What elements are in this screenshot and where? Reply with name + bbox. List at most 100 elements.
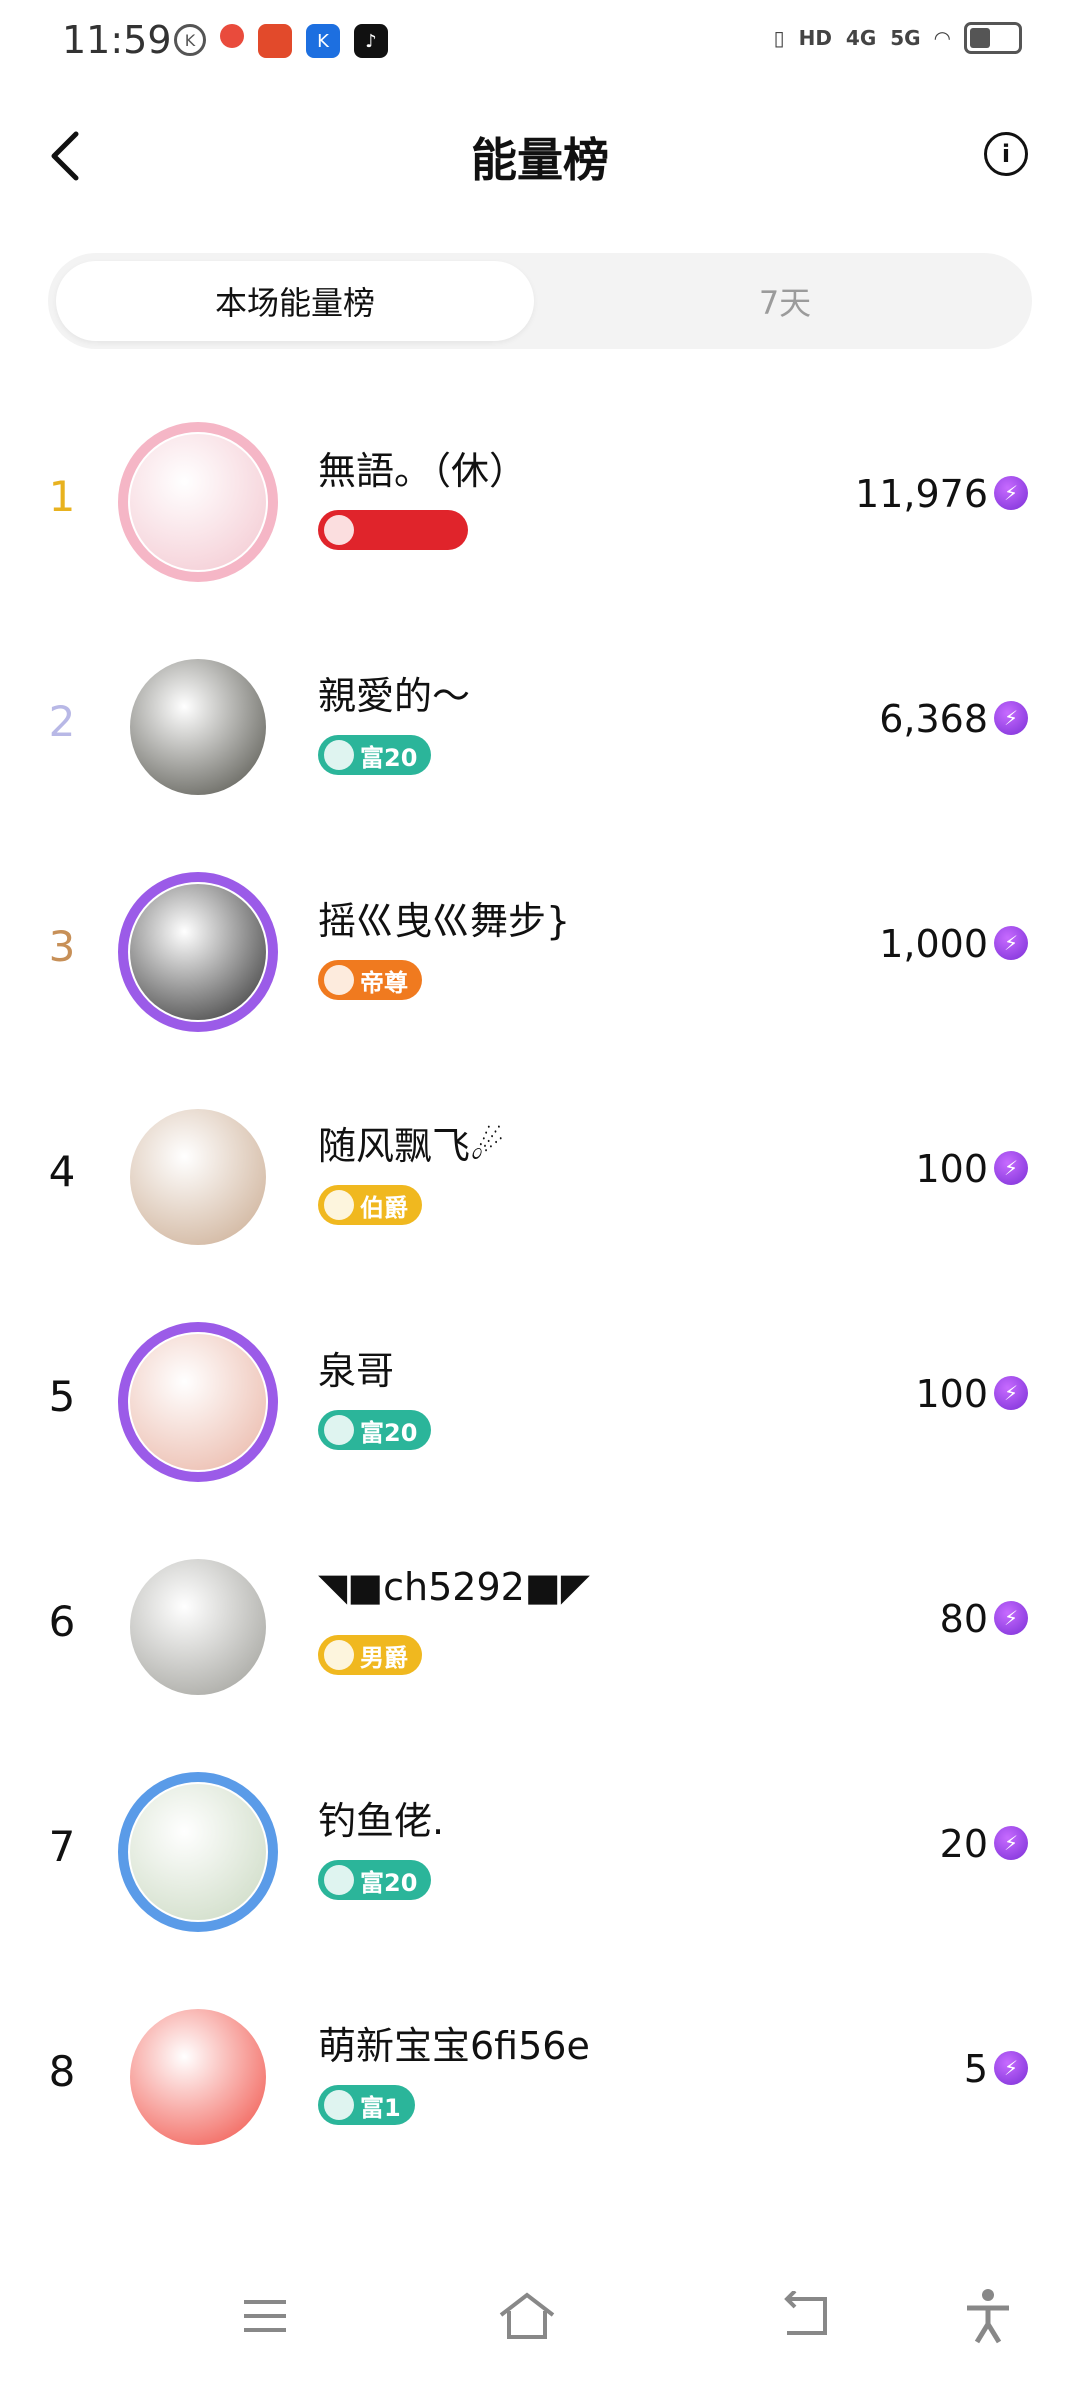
level-badge <box>318 510 468 550</box>
tab-7-days[interactable]: 7天 <box>546 261 1024 341</box>
badge-icon <box>324 965 354 995</box>
status-bar: 11:59 K K ♪ ▯ HD 4G 5G ◠ <box>0 0 1080 90</box>
ranking-row[interactable]: 4 随风飘飞☄ 伯爵 100 ⚡ <box>0 1055 1080 1280</box>
badge-icon <box>324 740 354 770</box>
energy-score: 5 <box>963 2047 988 2091</box>
avatar <box>130 659 266 795</box>
menu-button[interactable] <box>235 2286 295 2346</box>
user-name: 萌新宝宝6fi56e <box>318 2024 590 2068</box>
energy-bolt-icon: ⚡ <box>994 1151 1028 1185</box>
status-time: 11:59 <box>62 18 172 62</box>
user-name: 摇巛曳巛舞步} <box>318 899 571 943</box>
rank-number: 1 <box>48 472 76 521</box>
user-name: 泉哥 <box>318 1349 395 1393</box>
level-badge: 富20 <box>318 1410 432 1450</box>
rank-number: 6 <box>48 1597 76 1646</box>
level-badge: 男爵 <box>318 1635 422 1675</box>
info-icon: i <box>1001 140 1011 168</box>
ranking-row[interactable]: 2 親愛的～ 富20 6,368 ⚡ <box>0 605 1080 830</box>
avatar-container[interactable] <box>118 872 278 1032</box>
rank-number: 3 <box>48 922 76 971</box>
tab-current-session[interactable]: 本场能量榜 <box>56 261 534 341</box>
ranking-row[interactable]: 3 摇巛曳巛舞步} 帝尊 1,000 ⚡ <box>0 830 1080 1055</box>
info-button[interactable]: i <box>984 132 1028 176</box>
vibrate-icon: ▯ <box>773 26 785 50</box>
level-badge: 帝尊 <box>318 960 422 1000</box>
badge-label: 帝尊 <box>360 968 408 997</box>
tab-bar: 本场能量榜 7天 <box>48 253 1032 349</box>
user-name: 無語。（休） <box>318 449 528 493</box>
avatar-container[interactable] <box>118 1097 278 1257</box>
tiktok-icon: ♪ <box>354 24 388 58</box>
badge-label: 富20 <box>360 743 418 772</box>
avatar-container[interactable] <box>118 647 278 807</box>
rank-number: 7 <box>48 1822 76 1871</box>
energy-bolt-icon: ⚡ <box>994 926 1028 960</box>
badge-icon <box>324 1415 354 1445</box>
ranking-row[interactable]: 1 無語。（休） 11,976 ⚡ <box>0 380 1080 605</box>
badge-label: 富20 <box>360 1418 418 1447</box>
rank-number: 8 <box>48 2047 76 2096</box>
energy-bolt-icon: ⚡ <box>994 1826 1028 1860</box>
badge-icon <box>324 1190 354 1220</box>
energy-score: 20 <box>939 1822 988 1866</box>
home-icon <box>499 2292 555 2339</box>
user-name: 钓鱼佬. <box>318 1799 445 1843</box>
ranking-row[interactable]: 7 钓鱼佬. 富20 20 ⚡ <box>0 1730 1080 1955</box>
ranking-row[interactable]: 8 萌新宝宝6fi56e 富1 5 ⚡ <box>0 1955 1080 2180</box>
system-nav-bar <box>0 2240 1080 2408</box>
level-badge: 富20 <box>318 1860 432 1900</box>
energy-bolt-icon: ⚡ <box>994 2051 1028 2085</box>
k-blue-icon: K <box>306 24 340 58</box>
battery-icon <box>964 22 1022 54</box>
energy-score: 1,000 <box>879 922 988 966</box>
avatar-container[interactable] <box>118 422 278 582</box>
accessibility-button[interactable] <box>958 2286 1018 2346</box>
user-name: 随风飘飞☄ <box>318 1124 505 1168</box>
menu-icon <box>244 2300 286 2332</box>
ranking-row[interactable]: 5 泉哥 富20 100 ⚡ <box>0 1280 1080 1505</box>
level-badge: 伯爵 <box>318 1185 422 1225</box>
rank-number: 2 <box>48 697 76 746</box>
energy-score: 11,976 <box>855 472 988 516</box>
home-button[interactable] <box>497 2286 557 2346</box>
badge-label: 伯爵 <box>360 1193 408 1222</box>
system-indicators: ▯ HD 4G 5G ◠ <box>774 22 1022 54</box>
badge-icon <box>324 515 354 545</box>
badge-icon <box>324 1865 354 1895</box>
badge-icon <box>324 1640 354 1670</box>
ranking-row[interactable]: 6 ◥■ch5292■◤ 男爵 80 ⚡ <box>0 1505 1080 1730</box>
user-name: 親愛的～ <box>318 674 471 718</box>
energy-bolt-icon: ⚡ <box>994 1376 1028 1410</box>
user-name: ◥■ch5292■◤ <box>318 1565 590 1609</box>
energy-bolt-icon: ⚡ <box>994 1601 1028 1635</box>
energy-score: 80 <box>939 1597 988 1641</box>
avatar-frame <box>118 422 278 582</box>
avatar-container[interactable] <box>118 1997 278 2157</box>
badge-label: 富20 <box>360 1868 418 1897</box>
avatar-frame <box>118 1322 278 1482</box>
k-app-icon: K <box>174 24 206 56</box>
energy-score: 100 <box>915 1147 988 1191</box>
avatar-frame <box>118 1772 278 1932</box>
accessibility-icon <box>967 2289 1009 2344</box>
avatar <box>130 1559 266 1695</box>
5g-label: 5G <box>890 26 921 50</box>
level-badge: 富20 <box>318 735 432 775</box>
avatar-frame <box>118 872 278 1032</box>
map-pin-icon <box>220 24 244 48</box>
avatar <box>130 1109 266 1245</box>
app-notification-icon <box>258 24 292 58</box>
level-badge: 富1 <box>318 2085 415 2125</box>
back-nav-button[interactable] <box>775 2286 835 2346</box>
energy-bolt-icon: ⚡ <box>994 476 1028 510</box>
badge-label: 男爵 <box>360 1643 408 1672</box>
energy-bolt-icon: ⚡ <box>994 701 1028 735</box>
rank-number: 5 <box>48 1372 76 1421</box>
wifi-icon: ◠ <box>934 26 950 50</box>
avatar-container[interactable] <box>118 1547 278 1707</box>
badge-icon <box>324 2090 354 2120</box>
notification-icons: K K ♪ <box>174 24 388 58</box>
avatar-container[interactable] <box>118 1772 278 1932</box>
avatar-container[interactable] <box>118 1322 278 1482</box>
